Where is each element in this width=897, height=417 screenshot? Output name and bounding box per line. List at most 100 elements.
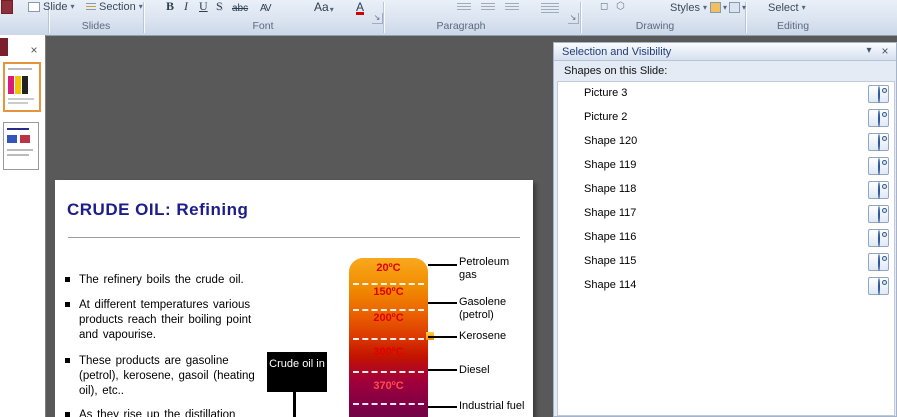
eye-icon <box>877 109 880 127</box>
slide-thumbnail-1[interactable] <box>3 62 41 112</box>
italic-button[interactable]: I <box>184 0 188 14</box>
slides-thumbnail-panel: × <box>0 35 46 417</box>
shape-name[interactable]: Shape 116 <box>584 231 636 243</box>
thumb-color-bar <box>22 76 28 94</box>
fill-swatch <box>710 2 721 13</box>
change-case-button[interactable]: Aa ▾ <box>314 0 334 14</box>
shape-name[interactable]: Shape 120 <box>584 135 637 147</box>
dashed-divider <box>353 403 424 405</box>
pane-menu-button[interactable]: ▾ <box>862 44 876 58</box>
pane-close-button[interactable]: × <box>878 44 892 58</box>
quick-styles-button[interactable]: Styles ▾ <box>670 2 707 14</box>
shape-outline-icon[interactable]: ▾ <box>729 2 746 13</box>
chevron-down-icon: ▾ <box>723 2 728 12</box>
section-icon <box>86 3 96 11</box>
panel-corner-icon <box>0 38 8 56</box>
dashed-divider <box>353 309 424 311</box>
font-color-button[interactable]: A <box>356 0 365 15</box>
shape-list-item[interactable]: Shape 119 <box>558 154 894 178</box>
bullet-item[interactable]: These products are gasoline (petrol), ke… <box>63 354 259 399</box>
eye-icon <box>877 229 880 247</box>
product-label: Gasolene (petrol) <box>459 296 507 321</box>
visibility-toggle-button[interactable] <box>868 229 889 247</box>
text-direction-icon[interactable] <box>540 1 560 14</box>
shape-name[interactable]: Picture 3 <box>584 87 627 99</box>
outline-swatch <box>729 2 740 13</box>
thumb-text-line <box>8 68 32 70</box>
arrange-icon[interactable]: ⬡ <box>616 1 625 12</box>
numbering-icon[interactable] <box>480 1 496 14</box>
shape-name[interactable]: Shape 117 <box>584 207 636 219</box>
paragraph-dialog-launcher-icon[interactable]: ↘ <box>568 13 579 24</box>
shape-name[interactable]: Shape 115 <box>584 255 636 267</box>
font-dialog-launcher-icon[interactable]: ↘ <box>372 13 383 24</box>
distillation-column[interactable]: 20ºC 150ºC 200ºC 300ºC 370ºC <box>349 258 428 417</box>
select-button[interactable]: Select ▾ <box>768 2 806 14</box>
shape-name[interactable]: Shape 119 <box>584 159 636 171</box>
slide-thumbnail-2[interactable] <box>3 122 39 170</box>
selection-pane-header[interactable]: Selection and Visibility ▾ × <box>554 43 896 61</box>
shape-list-item[interactable]: Shape 114 <box>558 274 894 298</box>
thumb-text-line <box>8 102 28 104</box>
shape-name[interactable]: Picture 2 <box>584 111 627 123</box>
eye-icon <box>877 85 880 103</box>
slide-canvas[interactable]: CRUDE OIL: Refining The refinery boils t… <box>55 180 533 417</box>
bullet-item[interactable]: The refinery boils the crude oil. <box>63 273 309 288</box>
shapes-gallery-icon[interactable]: ◻ <box>600 1 608 12</box>
crude-oil-in-label[interactable]: Crude oil in <box>267 352 327 392</box>
shape-name[interactable]: Shape 114 <box>584 279 636 291</box>
visibility-toggle-button[interactable] <box>868 205 889 223</box>
group-separator <box>143 2 144 33</box>
temperature-label: 150ºC <box>373 286 404 298</box>
underline-button[interactable]: U <box>199 0 208 14</box>
shape-list-item[interactable]: Picture 3 <box>558 82 894 106</box>
font-color-swatch <box>356 12 365 15</box>
indent-icon[interactable] <box>504 1 520 14</box>
slide-layout-button[interactable]: Slide ▾ <box>28 1 74 13</box>
powerpoint-window: Slide ▾ Section ▾ B I U S abc AV Aa ▾ A … <box>0 0 897 417</box>
shape-list-item[interactable]: Shape 117 <box>558 202 894 226</box>
thumb-color-bar <box>15 76 21 94</box>
bullets-icon[interactable] <box>456 1 472 14</box>
font-group-label: Font <box>252 20 274 32</box>
dashed-divider <box>353 338 424 340</box>
shape-list-item[interactable]: Shape 116 <box>558 226 894 250</box>
visibility-toggle-button[interactable] <box>868 253 889 271</box>
strikethrough-button[interactable]: abc <box>232 0 248 14</box>
section-button[interactable]: Section ▾ <box>86 1 143 13</box>
chevron-down-icon: ▾ <box>742 2 747 12</box>
select-button-label: Select <box>768 2 799 14</box>
thumbnail-panel-close-button[interactable]: × <box>26 43 42 57</box>
dashed-divider <box>353 283 424 285</box>
slide-title[interactable]: CRUDE OIL: Refining <box>67 200 248 220</box>
thumb-text-line <box>7 128 29 130</box>
crude-oil-pipe <box>293 392 296 417</box>
selection-pane-title: Selection and Visibility <box>562 45 672 58</box>
shape-list-item[interactable]: Shape 118 <box>558 178 894 202</box>
shape-fill-icon[interactable]: ▾ <box>710 2 727 13</box>
shape-list-item[interactable]: Shape 115 <box>558 250 894 274</box>
visibility-toggle-button[interactable] <box>868 181 889 199</box>
visibility-toggle-button[interactable] <box>868 133 889 151</box>
thumb-text-line <box>7 154 29 156</box>
bullet-item[interactable]: As they rise up the distillation <box>63 408 309 417</box>
shape-list-item[interactable]: Picture 2 <box>558 106 894 130</box>
visibility-toggle-button[interactable] <box>868 157 889 175</box>
bullet-item[interactable]: At different temperatures various produc… <box>63 298 259 343</box>
chevron-down-icon: ▾ <box>702 3 707 12</box>
connector-line <box>428 336 457 338</box>
shape-list-item[interactable]: Shape 120 <box>558 130 894 154</box>
editing-group-label: Editing <box>776 20 810 32</box>
eye-icon <box>877 205 880 223</box>
bold-button[interactable]: B <box>166 0 174 14</box>
temperature-label: 300ºC <box>373 346 404 358</box>
shape-name[interactable]: Shape 118 <box>584 183 636 195</box>
eye-icon <box>877 133 880 151</box>
visibility-toggle-button[interactable] <box>868 85 889 103</box>
visibility-toggle-button[interactable] <box>868 109 889 127</box>
text-shadow-button[interactable]: S <box>216 0 223 14</box>
character-spacing-button[interactable]: AV <box>260 0 272 14</box>
connector-line <box>428 302 457 304</box>
visibility-toggle-button[interactable] <box>868 277 889 295</box>
selection-pane: Selection and Visibility ▾ × Shapes on t… <box>553 42 897 417</box>
